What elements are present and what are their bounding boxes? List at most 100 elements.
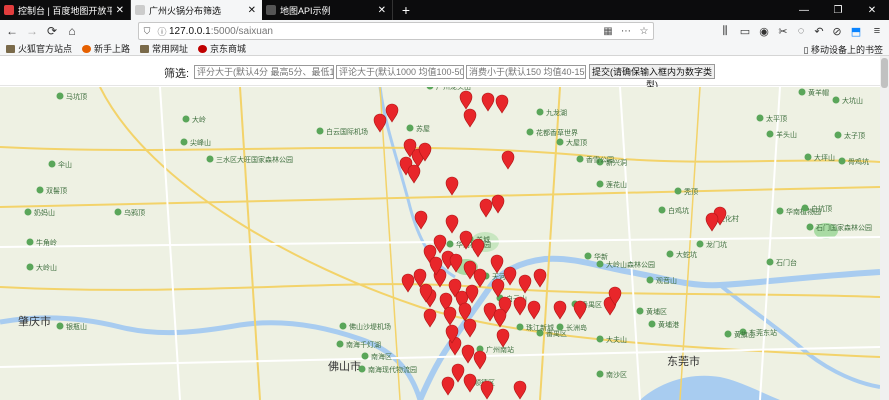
restaurant-marker-icon[interactable]	[401, 273, 415, 293]
menu-icon[interactable]: ≡	[868, 22, 886, 40]
restaurant-marker-icon[interactable]	[445, 214, 459, 234]
restaurant-marker-icon[interactable]	[480, 380, 494, 400]
restaurant-marker-icon[interactable]	[423, 308, 437, 328]
bookmark-common-sites[interactable]: 常用网址	[140, 42, 188, 55]
restaurant-marker-icon[interactable]	[463, 318, 477, 338]
back-button[interactable]: ←	[2, 21, 22, 41]
mobile-bookmarks-label: 移动设备上的书签	[810, 45, 883, 55]
south-water	[640, 375, 780, 400]
page-scrollbar[interactable]	[880, 56, 889, 400]
place-name: 白云国际机场	[326, 127, 368, 136]
restaurant-marker-icon[interactable]	[553, 300, 567, 320]
info-icon[interactable]: ⓘ	[155, 25, 169, 38]
map-canvas[interactable]: 佛山市 肇庆市 东莞市 马坑顶 大岭 尖峰山 三水区大旺国家森林公园 伞山 双髻顶 奶妈山黄…	[0, 87, 880, 400]
qr-code-icon[interactable]: ▦	[599, 26, 617, 37]
submit-button[interactable]: 提交(请确保输入框内为数字类型)	[589, 64, 715, 90]
restaurant-marker-icon[interactable]	[451, 363, 465, 383]
reload-button[interactable]: ⟳	[42, 21, 62, 41]
restaurant-marker-icon[interactable]	[443, 306, 457, 326]
mobile-bookmarks[interactable]: ▯ 移动设备上的书签	[804, 43, 883, 56]
place-name: 羊头山	[776, 130, 797, 139]
place-label: 黄旗山	[724, 330, 755, 339]
forward-button[interactable]: →	[22, 21, 42, 41]
place-label: 骨鸡坑	[838, 157, 869, 166]
maximize-button[interactable]: ❐	[821, 0, 855, 20]
home-button[interactable]: ⌂	[62, 21, 82, 41]
restaurant-marker-icon[interactable]	[473, 268, 487, 288]
shield-icon[interactable]: ⛉	[139, 26, 155, 37]
reviews-input[interactable]	[336, 65, 464, 79]
park-pin-icon	[658, 206, 666, 214]
bookmark-jd-mall[interactable]: 京东商城	[198, 42, 246, 55]
bookmark-official-site[interactable]: 火狐官方站点	[6, 42, 72, 55]
tab-map-api-example[interactable]: 地图API示例 ✕	[262, 0, 393, 20]
library-icon[interactable]: ⫼	[716, 22, 734, 40]
extension-icon[interactable]: ⬒	[847, 22, 865, 40]
restaurant-marker-icon[interactable]	[491, 278, 505, 298]
map-svg[interactable]: 佛山市 肇庆市 东莞市 马坑顶大岭尖峰山三水区大旺国家森林公园伞山双髻顶奶妈山黄…	[0, 87, 880, 400]
restaurant-marker-icon[interactable]	[459, 90, 473, 110]
sidebar-icon[interactable]: ▭	[736, 22, 754, 40]
jd-icon	[198, 44, 208, 53]
restaurant-marker-icon[interactable]	[496, 328, 510, 348]
restaurant-marker-icon[interactable]	[385, 103, 399, 123]
tab-bar: 控制台 | 百度地图开放平台 ✕ 广州火锅分布筛选 ✕ 地图API示例 ✕ + …	[0, 0, 889, 20]
close-tab-icon[interactable]: ✕	[116, 5, 124, 16]
park-pin-icon	[426, 87, 434, 90]
place-label: 白鸡坑	[658, 206, 689, 215]
restaurant-marker-icon[interactable]	[471, 238, 485, 258]
place-label: 花都香草世界	[526, 128, 578, 137]
restaurant-marker-icon[interactable]	[465, 284, 479, 304]
restaurant-marker-icon[interactable]	[481, 92, 495, 112]
place-label: 九龙湖	[536, 108, 567, 117]
restaurant-marker-icon[interactable]	[473, 350, 487, 370]
restaurant-marker-icon[interactable]	[501, 150, 515, 170]
place-label: 三水区大旺国家森林公园	[206, 155, 293, 164]
restaurant-marker-icon[interactable]	[513, 380, 527, 400]
bookmark-star-icon[interactable]: ☆	[635, 26, 653, 37]
restaurant-marker-icon[interactable]	[463, 108, 477, 128]
place-name: 石门台	[776, 258, 797, 267]
baidu-favicon-icon	[4, 5, 14, 15]
account-icon[interactable]: ◉	[755, 22, 773, 40]
restaurant-marker-icon[interactable]	[490, 254, 504, 274]
park-pin-icon	[648, 320, 656, 328]
park-pin-icon	[26, 238, 34, 246]
close-tab-icon[interactable]: ✕	[248, 5, 256, 16]
restaurant-marker-icon[interactable]	[513, 296, 527, 316]
chat-icon[interactable]: ◌	[792, 22, 810, 40]
restaurant-marker-icon[interactable]	[495, 94, 509, 114]
close-window-button[interactable]: ✕	[855, 0, 889, 20]
restaurant-marker-icon[interactable]	[533, 268, 547, 288]
restaurant-marker-icon[interactable]	[503, 266, 517, 286]
undo-icon[interactable]: ↶	[810, 22, 828, 40]
restaurant-marker-icon[interactable]	[527, 300, 541, 320]
new-tab-button[interactable]: +	[393, 0, 419, 20]
restaurant-marker-icon[interactable]	[483, 302, 497, 322]
close-tab-icon[interactable]: ✕	[378, 5, 386, 16]
restaurant-marker-icon[interactable]	[705, 212, 719, 232]
restaurant-marker-icon[interactable]	[407, 164, 421, 184]
place-name: 白鸡坑	[668, 206, 689, 215]
bookmark-getting-started[interactable]: 新手上路	[82, 42, 130, 55]
restaurant-marker-icon[interactable]	[461, 344, 475, 364]
restaurant-marker-icon[interactable]	[373, 113, 387, 133]
minimize-button[interactable]: —	[787, 0, 821, 20]
tab-title: 地图API示例	[280, 5, 331, 16]
restaurant-marker-icon[interactable]	[445, 176, 459, 196]
address-bar[interactable]: ⛉ ⓘ 127.0.0.1 :5000/saixuan ▦ ⋯ ☆	[138, 22, 654, 40]
score-input[interactable]	[194, 65, 334, 79]
tab-baidu-console[interactable]: 控制台 | 百度地图开放平台 ✕	[0, 0, 131, 20]
restaurant-marker-icon[interactable]	[463, 373, 477, 393]
restaurant-marker-icon[interactable]	[573, 300, 587, 320]
restaurant-marker-icon[interactable]	[479, 198, 493, 218]
restaurant-marker-icon[interactable]	[441, 376, 455, 396]
restaurant-marker-icon[interactable]	[491, 194, 505, 214]
block-icon[interactable]: ⊘	[828, 22, 846, 40]
page-actions-icon[interactable]: ⋯	[617, 26, 635, 37]
scrollbar-thumb[interactable]	[881, 58, 888, 88]
tab-title: 控制台 | 百度地图开放平台	[18, 5, 112, 16]
screenshot-icon[interactable]: ✂	[774, 22, 792, 40]
price-input[interactable]	[466, 65, 586, 79]
tab-hotpot-filter[interactable]: 广州火锅分布筛选 ✕	[131, 0, 262, 20]
